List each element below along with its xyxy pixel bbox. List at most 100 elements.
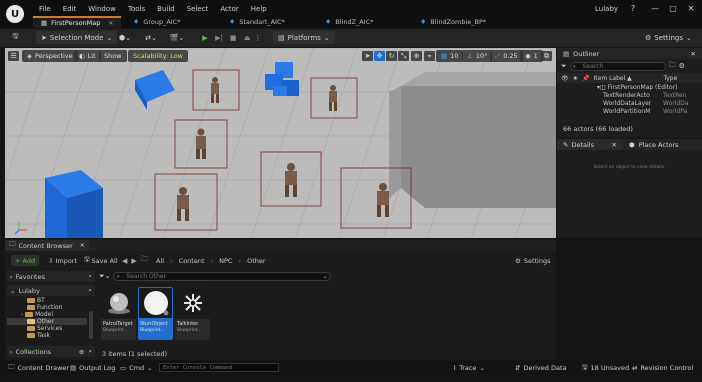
outliner-tab[interactable]: ▤ Outliner ✕: [557, 48, 702, 59]
outliner-search-input[interactable]: [569, 61, 666, 71]
folder-browse-icon[interactable]: 🗀: [141, 255, 148, 266]
list-item[interactable]: WorldDataLayer WorldDa: [597, 99, 702, 107]
asset-search-input[interactable]: [113, 272, 332, 281]
add-button[interactable]: + Add: [11, 255, 40, 266]
play-options-button[interactable]: ⋮: [254, 31, 262, 44]
breadcrumb-all[interactable]: All: [156, 257, 164, 265]
asset-tile[interactable]: PatrolTarget Blueprint...: [101, 287, 136, 340]
tab-blindz-aic[interactable]: ♦ BlindZ_AIC*: [325, 16, 373, 28]
play-button[interactable]: ▶: [199, 31, 211, 44]
list-item[interactable]: TextRenderActo TextRen: [597, 91, 702, 99]
menu-help[interactable]: Help: [245, 5, 273, 13]
breadcrumb-other[interactable]: Other: [247, 257, 265, 265]
tab-blindzombie-bp[interactable]: ♦ BlindZombie_BP*: [420, 16, 486, 28]
help-window-button[interactable]: ?: [622, 4, 644, 16]
folder-item-model[interactable]: › Model: [21, 311, 95, 318]
select-tool-icon[interactable]: ➤: [362, 51, 373, 61]
derived-data-button[interactable]: ⇵ Derived Data: [515, 363, 567, 373]
forward-icon[interactable]: ▶: [131, 257, 136, 265]
cb-settings-button[interactable]: ⚙ Settings: [515, 255, 551, 266]
tab-standart-aic[interactable]: ♦ Standart_AIC*: [229, 16, 285, 28]
menu-window[interactable]: Window: [82, 5, 122, 13]
folder-item-task[interactable]: Task: [27, 332, 95, 339]
menu-file[interactable]: File: [33, 5, 57, 13]
content-drawer-button[interactable]: 🗀 Content Drawer: [8, 363, 69, 373]
grid-snap-button[interactable]: ▦ 10: [436, 50, 464, 62]
place-actors-tab[interactable]: ⬢ Place Actors: [623, 139, 685, 150]
content-browser-tab[interactable]: 🗀 Content Browser ✕: [5, 240, 89, 251]
scale-tool-icon[interactable]: ⤡: [398, 51, 409, 61]
stop-button[interactable]: ■: [227, 31, 239, 44]
trace-button[interactable]: ⌇ Trace ⌄: [453, 363, 485, 373]
perspective-button[interactable]: ◈ Perspective: [22, 50, 78, 62]
asset-tile[interactable]: TalkInter Blueprint...: [175, 287, 210, 340]
cinematics-button[interactable]: 🎬⌄: [168, 31, 186, 44]
add-actor-button[interactable]: ⬢⌄: [116, 31, 134, 44]
world-space-icon[interactable]: ⊕: [411, 51, 422, 61]
tab-firstpersonmap[interactable]: ▦ FirstPersonMap ✕: [33, 16, 122, 28]
level-viewport[interactable]: [5, 48, 556, 238]
asset-tile-selected[interactable]: StunObject Blueprint...: [138, 287, 173, 340]
show-button[interactable]: Show: [99, 50, 127, 62]
details-tab[interactable]: ✎ Details ✕: [557, 139, 623, 150]
breadcrumb-content[interactable]: Content: [179, 257, 205, 265]
revision-control-button[interactable]: ⇄ Revision Control: [632, 363, 693, 373]
search-icon[interactable]: ⌕: [88, 272, 92, 281]
list-item[interactable]: WorldPartitionM WorldPa: [597, 107, 702, 115]
rotation-snap-button[interactable]: ∠ 10°: [462, 50, 493, 62]
close-icon[interactable]: ✕: [612, 141, 617, 149]
close-icon[interactable]: ✕: [80, 242, 85, 249]
list-item[interactable]: ▾◫ FirstPersonMap (Editor): [597, 83, 702, 91]
type-header[interactable]: Type: [664, 75, 678, 82]
search-icon[interactable]: ⌕: [88, 286, 92, 295]
console-input[interactable]: [159, 363, 279, 372]
camera-speed-button[interactable]: ◉ 1: [520, 50, 543, 62]
user-name[interactable]: Lulaby: [595, 5, 618, 13]
close-icon[interactable]: ✕: [691, 50, 696, 58]
chevron-down-icon[interactable]: ⌄: [322, 273, 327, 280]
import-button[interactable]: ⇩ Import: [48, 255, 77, 266]
platforms-button[interactable]: ▤ Platforms ⌄: [273, 31, 335, 44]
add-folder-icon[interactable]: 🗀: [669, 61, 676, 72]
favorites-header[interactable]: › Favorites ⌕: [7, 271, 95, 282]
tab-group-aic[interactable]: ♦ Group_AIC*: [133, 16, 180, 28]
collections-header[interactable]: › Collections ⊕ ⌕: [7, 346, 95, 357]
gear-icon[interactable]: ⚙: [679, 62, 685, 70]
step-button[interactable]: ▶|: [213, 31, 225, 44]
search-icon[interactable]: ⌕: [88, 347, 92, 356]
viewport-menu-icon[interactable]: ☰: [8, 51, 19, 61]
save-all-button[interactable]: 🖫 Save All: [84, 255, 118, 266]
unsaved-button[interactable]: 🖫 18 Unsaved: [582, 363, 629, 373]
scale-snap-button[interactable]: ⤢ 0.25: [490, 50, 523, 62]
selection-mode-button[interactable]: ➤ Selection Mode ⌄: [36, 31, 118, 44]
folder-item-function[interactable]: Function: [27, 304, 95, 311]
folder-item-bt[interactable]: BT: [27, 297, 95, 304]
breadcrumb-npc[interactable]: NPC: [219, 257, 232, 265]
back-icon[interactable]: ◀: [122, 257, 127, 265]
filter-icon[interactable]: ⏷: [561, 62, 567, 71]
settings-button[interactable]: ⚙ Settings ⌄: [645, 31, 692, 44]
save-icon[interactable]: 🖫: [9, 31, 22, 44]
translate-tool-icon[interactable]: ✥: [374, 51, 385, 61]
menu-build[interactable]: Build: [151, 5, 181, 13]
filter-icon[interactable]: ⏷⌄: [99, 272, 110, 281]
rotate-tool-icon[interactable]: ↻: [386, 51, 397, 61]
folder-item-services[interactable]: Services: [27, 325, 95, 332]
menu-edit[interactable]: Edit: [57, 5, 83, 13]
add-collection-icon[interactable]: ⊕: [79, 348, 84, 356]
lit-button[interactable]: ◐ Lit: [74, 50, 101, 62]
eject-button[interactable]: ⏏: [241, 31, 253, 44]
menu-select[interactable]: Select: [181, 5, 215, 13]
item-label-header[interactable]: Item Label ▲: [594, 75, 660, 82]
menu-actor[interactable]: Actor: [214, 5, 244, 13]
sources-scrollbar[interactable]: [89, 311, 93, 339]
folder-item-other[interactable]: Other: [7, 318, 87, 325]
output-log-button[interactable]: ▤ Output Log: [70, 363, 115, 373]
maximize-viewport-icon[interactable]: ⧉: [541, 51, 552, 61]
surface-snap-icon[interactable]: ⌖: [424, 51, 435, 61]
close-window-button[interactable]: ✕: [680, 4, 702, 16]
unreal-logo-icon[interactable]: U: [6, 5, 24, 23]
scalability-badge[interactable]: Scalability: Low: [128, 50, 188, 62]
close-tab-icon[interactable]: ✕: [108, 20, 113, 27]
cmd-dropdown[interactable]: ▭ Cmd ⌄: [120, 363, 153, 373]
